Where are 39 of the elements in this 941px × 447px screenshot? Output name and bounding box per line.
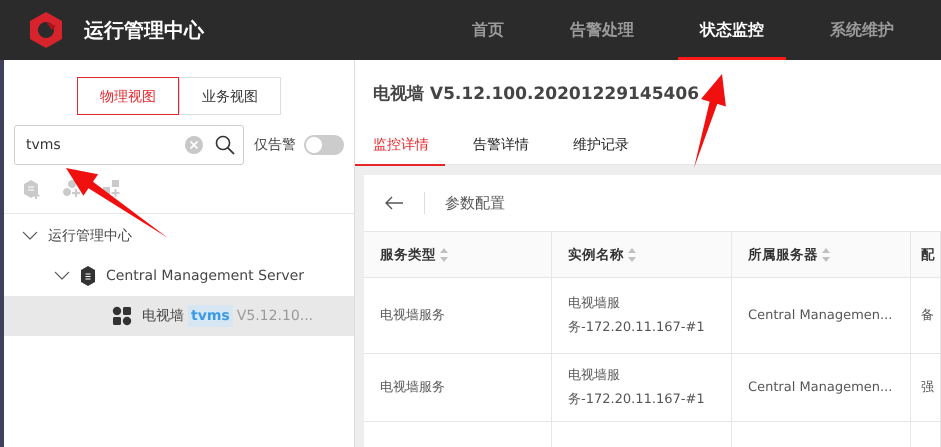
- column-header[interactable]: 实例名称: [552, 232, 732, 277]
- view-tab[interactable]: 业务视图: [179, 77, 281, 115]
- node-label: Central Management Server: [106, 268, 304, 284]
- search-field[interactable]: tvms: [14, 125, 244, 165]
- tree-item[interactable]: 电视墙 tvms V5.12.10...: [4, 296, 354, 336]
- nav-item[interactable]: 系统维护: [808, 0, 916, 60]
- tab[interactable]: 维护记录: [555, 135, 645, 166]
- tab[interactable]: 告警详情: [455, 135, 545, 166]
- search-match-highlight: tvms: [188, 305, 233, 327]
- column-header[interactable]: 所属服务器: [732, 232, 911, 277]
- alarm-only-toggle[interactable]: [304, 135, 344, 155]
- alarm-only-label: 仅告警: [254, 136, 296, 154]
- app-title: 运行管理中心: [84, 16, 204, 44]
- server-icon: [80, 266, 96, 286]
- table-cell: 强: [911, 354, 941, 421]
- back-arrow-icon[interactable]: [384, 196, 404, 210]
- search-icon: [215, 135, 235, 155]
- column-header[interactable]: 配: [911, 232, 941, 277]
- table-cell: 电视墙服务: [364, 278, 552, 353]
- detail-title: 电视墙 V5.12.100.20201229145406: [373, 83, 700, 105]
- tree-item[interactable]: Central Management Server: [4, 256, 354, 296]
- table-cell: 电视墙服务-172.20.11.167-#1: [552, 354, 732, 421]
- table-cell: 电视墙服务: [364, 354, 552, 421]
- view-tab[interactable]: 物理视图: [77, 77, 179, 115]
- panel-title: 参数配置: [445, 194, 505, 212]
- table-cell: 备: [911, 278, 941, 353]
- nav-item[interactable]: 首页: [450, 0, 526, 60]
- tab[interactable]: 监控详情: [355, 135, 445, 166]
- column-header[interactable]: 服务类型: [364, 232, 552, 277]
- table-cell: Central Managemen...: [732, 354, 911, 421]
- node-version: V5.12.10...: [236, 308, 314, 324]
- table-cell: Central Managemen...: [732, 278, 911, 353]
- apps-icon: [112, 306, 132, 326]
- table-cell: 电视墙服务-172.20.11.167-#1: [552, 278, 732, 353]
- clear-icon: [185, 136, 203, 154]
- node-label: 电视墙: [142, 307, 184, 325]
- node-label: 运行管理中心: [48, 227, 132, 245]
- tree-item[interactable]: 运行管理中心: [4, 216, 354, 256]
- nav-item[interactable]: 告警处理: [548, 0, 656, 60]
